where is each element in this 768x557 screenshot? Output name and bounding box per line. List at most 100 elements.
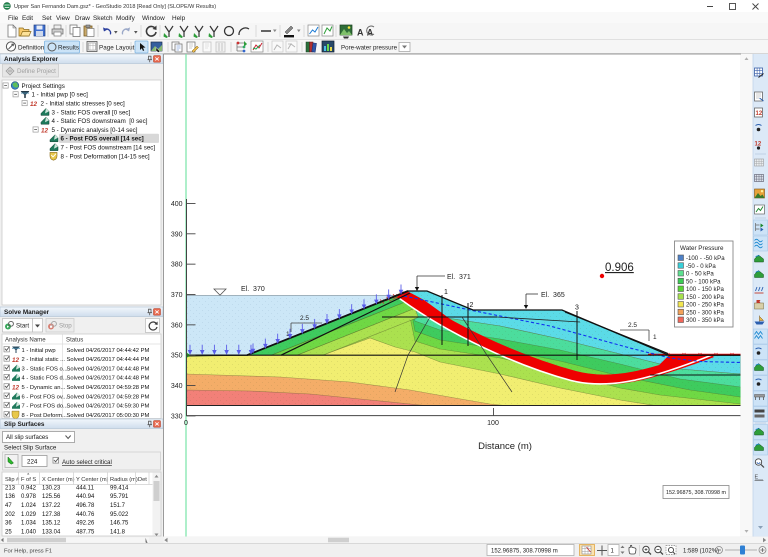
svg-text:3: 3 <box>575 305 579 312</box>
svg-text:Slip Surfaces: Slip Surfaces <box>4 421 45 428</box>
svg-text:View: View <box>56 15 70 22</box>
svg-text:1.034: 1.034 <box>21 521 37 527</box>
svg-text:496.78: 496.78 <box>76 503 95 509</box>
svg-text:-100 - -50 kPa: -100 - -50 kPa <box>686 255 725 262</box>
svg-text:133.04: 133.04 <box>42 530 61 536</box>
svg-text:150 - 200 kPa: 150 - 200 kPa <box>686 294 725 301</box>
svg-text:4 - Static FOS downstream [0: 4 - Static FOS downstream [0 sec] <box>52 118 148 125</box>
svg-text:152.96875, 308.70998 m: 152.96875, 308.70998 m <box>666 490 726 496</box>
svg-text:Upper San Fernando Dam.gsz* -: Upper San Fernando Dam.gsz* - GeoStudio … <box>14 4 216 10</box>
svg-text:12: 12 <box>41 128 49 135</box>
svg-text:12: 12 <box>12 385 20 392</box>
svg-text:El. 371: El. 371 <box>447 274 471 281</box>
svg-text:Analysis Name: Analysis Name <box>5 337 46 344</box>
svg-text:Solved 04/26/2017 04:44:48 PM: Solved 04/26/2017 04:44:48 PM <box>67 366 150 372</box>
svg-text:0.906: 0.906 <box>605 262 634 274</box>
svg-text:Analysis Explorer: Analysis Explorer <box>4 56 59 63</box>
svg-text:95.791: 95.791 <box>110 494 129 500</box>
svg-text:330: 330 <box>171 413 183 420</box>
svg-text:Set: Set <box>42 15 52 22</box>
svg-text:0.942: 0.942 <box>21 485 37 491</box>
svg-text:12: 12 <box>30 101 38 108</box>
svg-text:1 - Initial pwp: 1 - Initial pwp <box>22 348 56 354</box>
svg-text:Distance (m): Distance (m) <box>478 441 532 452</box>
svg-text:127.38: 127.38 <box>42 512 61 518</box>
svg-text:202: 202 <box>5 512 16 518</box>
svg-text:Solve Manager: Solve Manager <box>4 309 50 316</box>
svg-text:Results: Results <box>58 45 79 52</box>
svg-text:360: 360 <box>171 322 183 329</box>
svg-text:390: 390 <box>171 231 183 238</box>
svg-text:36: 36 <box>5 521 12 527</box>
svg-text:0.978: 0.978 <box>21 494 37 500</box>
svg-text:1.024: 1.024 <box>21 503 37 509</box>
svg-text:0 - 50 kPa: 0 - 50 kPa <box>686 271 714 278</box>
svg-text:Radius (m): Radius (m) <box>110 477 138 483</box>
svg-text:25: 25 <box>5 530 12 536</box>
svg-text:-50 - 0 kPa: -50 - 0 kPa <box>686 263 716 270</box>
svg-text:125.56: 125.56 <box>42 494 61 500</box>
svg-text:2 - Initial static stresses [0: 2 - Initial static stresses [0 sec] <box>41 101 126 108</box>
svg-text:250 - 300 kPa: 250 - 300 kPa <box>686 309 725 316</box>
svg-text:50 - 100 kPa: 50 - 100 kPa <box>686 278 721 285</box>
svg-text:1: 1 <box>653 334 657 341</box>
svg-text:350: 350 <box>171 353 183 360</box>
svg-text:Sketch: Sketch <box>93 15 113 22</box>
svg-text:Definition: Definition <box>18 45 45 52</box>
svg-text:440.94: 440.94 <box>76 494 95 500</box>
svg-text:2.5: 2.5 <box>300 315 309 322</box>
svg-text:340: 340 <box>171 383 183 390</box>
svg-text:Slip #: Slip # <box>5 477 20 483</box>
svg-text:3 - Static FOS overall [0 sec]: 3 - Static FOS overall [0 sec] <box>52 109 131 116</box>
svg-text:2: 2 <box>470 302 474 309</box>
svg-text:1.040: 1.040 <box>21 530 37 536</box>
svg-text:2 - Initial static ...: 2 - Initial static ... <box>22 357 66 363</box>
svg-text:492.26: 492.26 <box>76 521 95 527</box>
svg-text:7 - Post FOS do...: 7 - Post FOS do... <box>22 404 69 410</box>
svg-text:130.23: 130.23 <box>42 485 61 491</box>
svg-text:440.76: 440.76 <box>76 512 95 518</box>
svg-text:A: A <box>367 28 374 38</box>
svg-text:146.75: 146.75 <box>110 521 129 527</box>
svg-text:File: File <box>8 15 19 22</box>
svg-text:4 - Static FOS d...: 4 - Static FOS d... <box>22 376 68 382</box>
svg-text:400: 400 <box>171 201 183 208</box>
svg-text:100 - 150 kPa: 100 - 150 kPa <box>686 286 725 293</box>
svg-text:Solved 04/26/2017 04:44:42 PM: Solved 04/26/2017 04:44:42 PM <box>67 348 150 354</box>
svg-text:Y Center (m): Y Center (m) <box>76 477 109 483</box>
svg-text:Stop: Stop <box>59 323 72 330</box>
svg-text:224: 224 <box>27 459 38 466</box>
svg-text:300 - 350 kPa: 300 - 350 kPa <box>686 317 725 324</box>
svg-text:99.414: 99.414 <box>110 485 129 491</box>
svg-text:Select Slip Surface: Select Slip Surface <box>4 445 57 452</box>
svg-text:0: 0 <box>184 420 188 427</box>
svg-text:151.7: 151.7 <box>110 503 126 509</box>
svg-text:Pore-water pressure: Pore-water pressure <box>341 45 398 52</box>
svg-text:Auto select critical: Auto select critical <box>62 459 112 466</box>
svg-text:Solved 04/26/2017 04:59:28 PM: Solved 04/26/2017 04:59:28 PM <box>67 394 150 400</box>
svg-text:100: 100 <box>487 420 499 427</box>
svg-text:Draw: Draw <box>75 15 90 22</box>
svg-text:Project Settings: Project Settings <box>22 83 65 90</box>
svg-text:1 - Initial pwp [0 sec]: 1 - Initial pwp [0 sec] <box>32 92 89 99</box>
svg-text:1: 1 <box>444 289 448 296</box>
svg-text:Page Layout: Page Layout <box>99 45 135 52</box>
svg-text:6 - Post FOS ov...: 6 - Post FOS ov... <box>22 394 68 400</box>
svg-text:Start: Start <box>16 323 29 330</box>
svg-text:12: 12 <box>12 357 20 364</box>
svg-text:Modify: Modify <box>116 15 136 22</box>
svg-text:213: 213 <box>5 485 16 491</box>
svg-text:487.75: 487.75 <box>76 530 95 536</box>
svg-text:Water Pressure: Water Pressure <box>680 245 724 252</box>
svg-text:136: 136 <box>5 494 16 500</box>
svg-text:F of S: F of S <box>21 477 36 483</box>
svg-text:Solved 04/26/2017 04:44:44 PM: Solved 04/26/2017 04:44:44 PM <box>67 357 150 363</box>
svg-text:152.96875, 308.70998 m: 152.96875, 308.70998 m <box>491 548 558 554</box>
svg-text:For Help, press F1: For Help, press F1 <box>4 549 52 555</box>
svg-text:141.8: 141.8 <box>110 530 126 536</box>
svg-text:Solved 04/26/2017 04:59:30 PM: Solved 04/26/2017 04:59:30 PM <box>67 404 150 410</box>
svg-text:X Center (m): X Center (m) <box>42 477 75 483</box>
svg-text:370: 370 <box>171 292 183 299</box>
svg-text:3 - Static FOS o...: 3 - Static FOS o... <box>22 366 68 372</box>
svg-text:380: 380 <box>171 262 183 269</box>
